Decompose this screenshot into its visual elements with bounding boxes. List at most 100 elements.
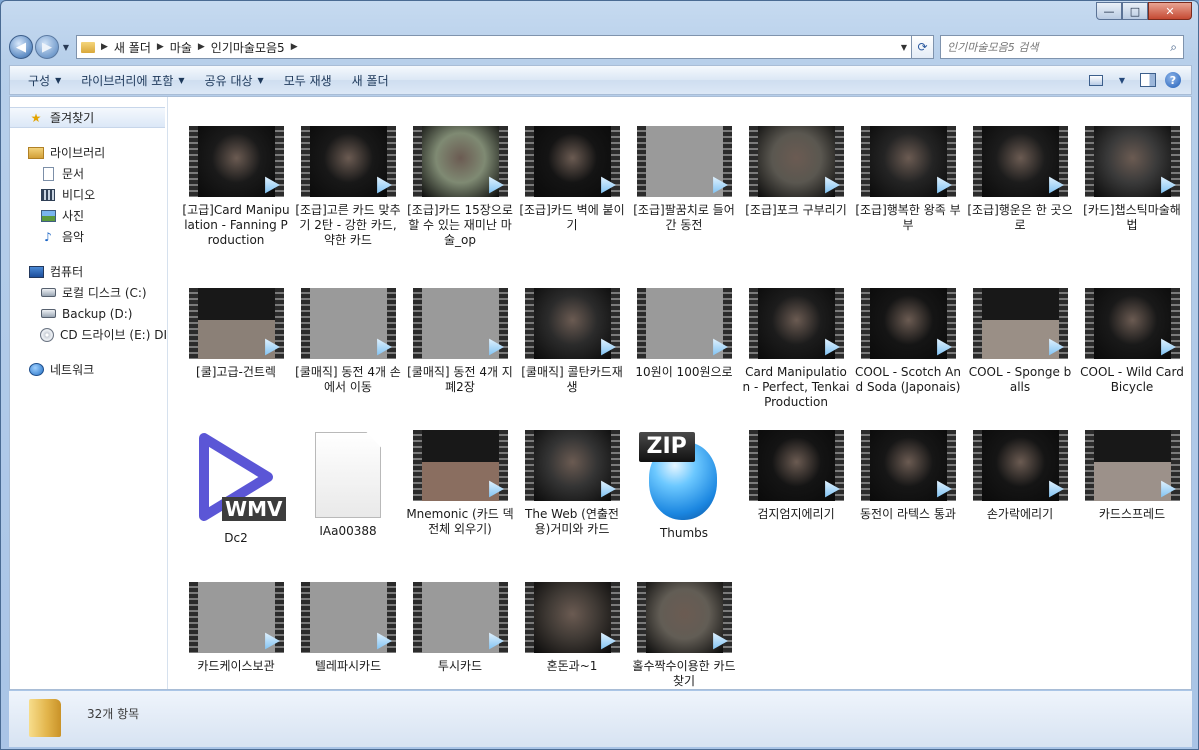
file-name: 손가락에리기 bbox=[986, 507, 1054, 521]
file-item[interactable]: [조급]팔꿈치로 들어간 동전 bbox=[628, 126, 740, 233]
video-thumbnail bbox=[300, 126, 396, 197]
include-library-menu[interactable]: 라이브러리에 포함 ▼ bbox=[71, 68, 194, 92]
nav-documents[interactable]: 문서 bbox=[10, 163, 167, 184]
file-item[interactable]: [쿨매직] 동전 4개 지폐2장 bbox=[404, 288, 516, 395]
chevron-right-icon[interactable]: ▶ bbox=[291, 42, 298, 52]
file-item[interactable]: [조급]고른 카드 맞추기 2탄 - 강한 카드, 약한 카드 bbox=[292, 126, 404, 248]
search-icon[interactable]: ⌕ bbox=[1170, 40, 1177, 55]
wmv-badge: WMV bbox=[222, 497, 286, 521]
preview-pane-button[interactable] bbox=[1139, 72, 1157, 88]
file-item[interactable]: The Web (연출전용)거미와 카드 bbox=[516, 430, 628, 537]
file-item[interactable]: [조급]포크 구부리기 bbox=[740, 126, 852, 218]
file-name: [쿨매직] 콜탄카드재생 bbox=[521, 365, 623, 394]
file-name: 투시카드 bbox=[437, 659, 483, 673]
nav-local-disk-label: 로컬 디스크 (C:) bbox=[62, 286, 147, 300]
file-item[interactable]: COOL - Scotch And Soda (Japonais) bbox=[852, 288, 964, 395]
nav-cd-drive[interactable]: CD 드라이브 (E:) DI bbox=[10, 324, 167, 345]
search-input[interactable] bbox=[947, 40, 1171, 54]
video-thumbnail bbox=[524, 126, 620, 197]
file-item[interactable]: 검지엄지에리기 bbox=[740, 430, 852, 522]
file-item[interactable]: [쿨]고급-건트렉 bbox=[180, 288, 292, 380]
nav-computer[interactable]: 컴퓨터 bbox=[10, 261, 167, 282]
help-icon[interactable]: ? bbox=[1165, 72, 1181, 88]
close-button[interactable]: ✕ bbox=[1148, 2, 1192, 20]
preview-pane-icon bbox=[1140, 73, 1156, 87]
file-item[interactable]: [카드]챕스틱마술해법 bbox=[1076, 126, 1188, 233]
file-name: Thumbs bbox=[659, 526, 709, 540]
breadcrumb-new-folder[interactable]: 새 폴더 bbox=[114, 39, 151, 56]
file-item[interactable]: COOL - Sponge balls bbox=[964, 288, 1076, 395]
file-item[interactable]: WMV Dc2 bbox=[180, 430, 292, 546]
file-name: 동전이 라텍스 통과 bbox=[860, 507, 956, 521]
file-item[interactable]: Card Manipulation - Perfect, Tenkai Prod… bbox=[740, 288, 852, 410]
forward-button[interactable]: ▶ bbox=[35, 35, 59, 59]
file-item[interactable]: COOL - Wild Card Bicycle bbox=[1076, 288, 1188, 395]
chevron-right-icon[interactable]: ▶ bbox=[198, 42, 205, 52]
file-item[interactable]: 홀수짝수이용한 카드찾기 bbox=[628, 582, 740, 689]
new-folder-button[interactable]: 새 폴더 bbox=[342, 68, 399, 92]
zip-badge: ZIP bbox=[638, 432, 695, 462]
address-dropdown[interactable]: ▼ bbox=[897, 43, 911, 52]
file-item[interactable]: [쿨매직] 동전 4개 손에서 이동 bbox=[292, 288, 404, 395]
recent-pages-dropdown[interactable]: ▼ bbox=[60, 43, 72, 52]
search-box[interactable]: ⌕ bbox=[940, 35, 1184, 59]
view-dropdown[interactable]: ▼ bbox=[1113, 72, 1131, 88]
file-item[interactable]: 동전이 라텍스 통과 bbox=[852, 430, 964, 522]
organize-menu[interactable]: 구성 ▼ bbox=[18, 68, 71, 92]
share-menu[interactable]: 공유 대상 ▼ bbox=[195, 68, 274, 92]
video-thumbnail bbox=[636, 288, 732, 359]
file-item[interactable]: 카드케이스보관 bbox=[180, 582, 292, 674]
file-item[interactable]: [조급]카드 벽에 붙이기 bbox=[516, 126, 628, 233]
file-name: 카드스프레드 bbox=[1098, 507, 1166, 521]
breadcrumb-current-folder[interactable]: 인기마술모음5 bbox=[211, 39, 285, 56]
nav-favorites[interactable]: ★ 즐겨찾기 bbox=[10, 107, 165, 128]
video-thumbnail bbox=[748, 126, 844, 197]
file-item[interactable]: 혼돈과~1 bbox=[516, 582, 628, 674]
file-item[interactable]: ZIP Thumbs bbox=[628, 430, 740, 541]
nav-libraries[interactable]: 라이브러리 bbox=[10, 142, 167, 163]
breadcrumb-magic[interactable]: 마술 bbox=[170, 39, 192, 56]
address-bar[interactable]: ▶ 새 폴더 ▶ 마술 ▶ 인기마술모음5 ▶ ▼ bbox=[76, 35, 912, 59]
minimize-button[interactable]: — bbox=[1096, 2, 1122, 20]
file-item[interactable]: [조급]카드 15장으로 할 수 있는 재미난 마술_op bbox=[404, 126, 516, 248]
nav-videos[interactable]: 비디오 bbox=[10, 184, 167, 205]
file-name: [조급]팔꿈치로 들어간 동전 bbox=[633, 203, 735, 232]
file-item[interactable]: [조급]행복한 왕족 부부 bbox=[852, 126, 964, 233]
file-item[interactable]: Mnemonic (카드 덱 전체 외우기) bbox=[404, 430, 516, 537]
nav-pictures[interactable]: 사진 bbox=[10, 205, 167, 226]
file-item[interactable]: [조급]행운은 한 곳으로 bbox=[964, 126, 1076, 233]
file-name: [조급]카드 15장으로 할 수 있는 재미난 마술_op bbox=[407, 203, 513, 247]
maximize-button[interactable]: □ bbox=[1122, 2, 1148, 20]
refresh-button[interactable]: ⟳ bbox=[912, 35, 934, 59]
item-count: 32개 항목 bbox=[87, 707, 140, 721]
file-item[interactable]: IAa00388 bbox=[292, 430, 404, 539]
file-name: [쿨매직] 동전 4개 지폐2장 bbox=[407, 365, 513, 394]
file-item[interactable]: [고급]Card Manipulation - Fanning Producti… bbox=[180, 126, 292, 248]
video-thumbnail bbox=[1084, 288, 1180, 359]
explorer-window: — □ ✕ ◀ ▶ ▼ ▶ 새 폴더 ▶ 마술 ▶ 인기마술모음5 ▶ ▼ ⟳ … bbox=[0, 0, 1199, 750]
caret-down-icon: ▼ bbox=[55, 75, 62, 85]
file-item[interactable]: 10원이 100원으로 bbox=[628, 288, 740, 380]
file-item[interactable]: 텔레파시카드 bbox=[292, 582, 404, 674]
file-item[interactable]: 카드스프레드 bbox=[1076, 430, 1188, 522]
library-icon bbox=[28, 146, 44, 160]
nav-libraries-label: 라이브러리 bbox=[50, 146, 106, 160]
nav-favorites-label: 즐겨찾기 bbox=[50, 111, 95, 125]
video-thumbnail bbox=[524, 288, 620, 359]
document-icon bbox=[40, 166, 56, 181]
file-item[interactable]: [쿨매직] 콜탄카드재생 bbox=[516, 288, 628, 395]
play-all-button[interactable]: 모두 재생 bbox=[274, 68, 342, 92]
video-thumbnail bbox=[300, 582, 396, 653]
back-button[interactable]: ◀ bbox=[9, 35, 33, 59]
video-thumbnail bbox=[748, 288, 844, 359]
nav-music[interactable]: ♪ 음악 bbox=[10, 226, 167, 247]
nav-local-disk[interactable]: 로컬 디스크 (C:) bbox=[10, 282, 167, 303]
file-item[interactable]: 손가락에리기 bbox=[964, 430, 1076, 522]
share-label: 공유 대상 bbox=[204, 73, 253, 88]
chevron-right-icon[interactable]: ▶ bbox=[157, 42, 164, 52]
chevron-right-icon[interactable]: ▶ bbox=[101, 42, 108, 52]
nav-backup-drive[interactable]: Backup (D:) bbox=[10, 303, 167, 324]
file-item[interactable]: 투시카드 bbox=[404, 582, 516, 674]
change-view-button[interactable] bbox=[1087, 72, 1105, 88]
nav-network[interactable]: 네트워크 bbox=[10, 359, 167, 380]
